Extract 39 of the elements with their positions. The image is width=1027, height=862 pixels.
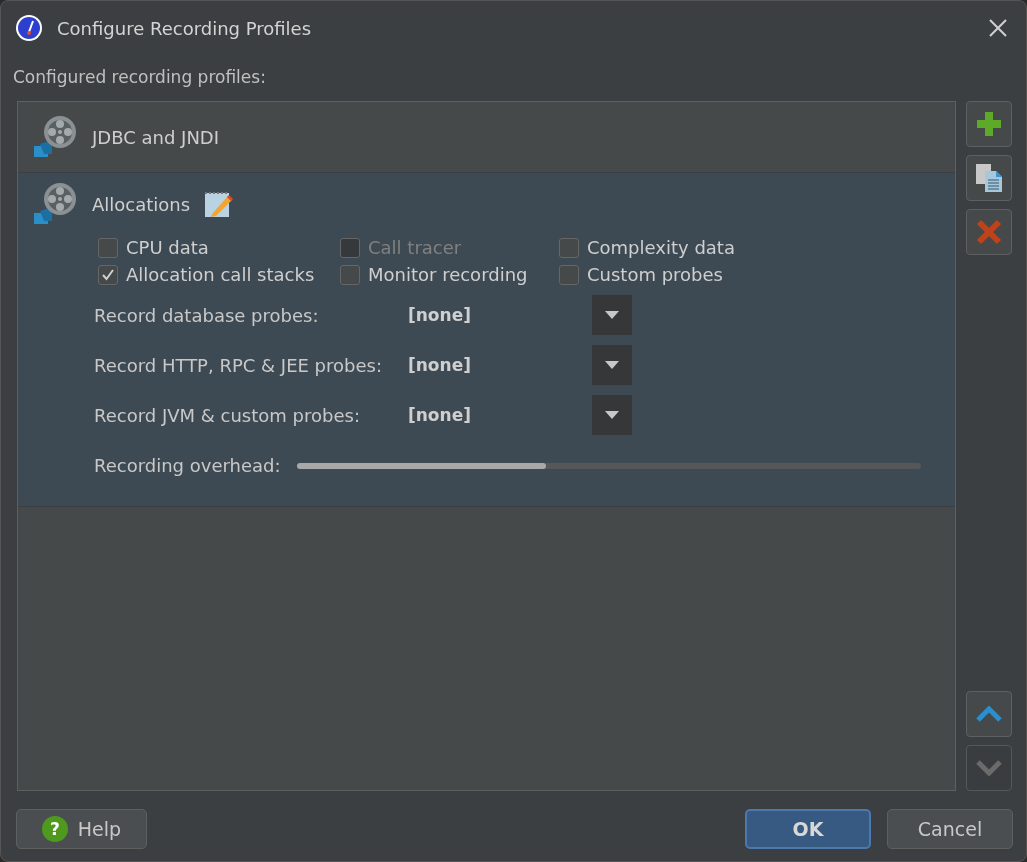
dialog-button[interactable]: OK [745, 809, 871, 849]
probe-value: [none] [408, 305, 472, 325]
caret-icon [605, 361, 619, 369]
up-button[interactable] [966, 691, 1012, 737]
option-checkbox[interactable]: Complexity data [559, 237, 759, 258]
close-icon [988, 18, 1008, 38]
window-title: Configure Recording Profiles [57, 17, 313, 39]
profile-name: JDBC and JNDI [92, 126, 220, 148]
delete-icon [976, 219, 1002, 245]
probe-value: [none] [408, 355, 472, 375]
chevron-down-icon [976, 760, 1002, 776]
caret-icon [605, 311, 619, 319]
profile-item[interactable] [18, 173, 955, 507]
probe-value: [none] [408, 405, 472, 425]
option-checkbox[interactable]: Custom probes [559, 264, 759, 285]
list-label: Configured recording profiles: [13, 67, 267, 87]
option-checkbox[interactable]: Allocation call stacks [98, 264, 340, 285]
help-icon: ? [41, 816, 68, 842]
copy-button[interactable] [966, 155, 1012, 201]
option-checkbox[interactable]: CPU data [98, 237, 340, 258]
probe-label: Record database probes: [94, 304, 320, 326]
copy-icon [975, 163, 1003, 193]
dropdown-button[interactable] [592, 295, 632, 335]
chevron-up-icon [976, 706, 1002, 722]
dropdown-button[interactable] [592, 395, 632, 435]
checkmark-icon [101, 267, 115, 282]
overhead-label: Recording overhead: [94, 455, 281, 476]
dialog-button[interactable]: Cancel [887, 809, 1013, 849]
notepad-pencil-icon[interactable] [204, 190, 235, 218]
help-button[interactable]: ? Help [16, 809, 147, 849]
gauge-icon [15, 14, 43, 42]
plus-icon [976, 111, 1002, 137]
probe-label: Record JVM & custom probes: [94, 404, 361, 426]
profile-name: Allocations [92, 193, 191, 215]
option-checkbox[interactable]: Monitor recording [340, 264, 559, 285]
dropdown-button[interactable] [592, 345, 632, 385]
probe-label: Record HTTP, RPC & JEE probes: [94, 354, 383, 376]
caret-icon [605, 411, 619, 419]
add-button[interactable] [966, 101, 1012, 147]
